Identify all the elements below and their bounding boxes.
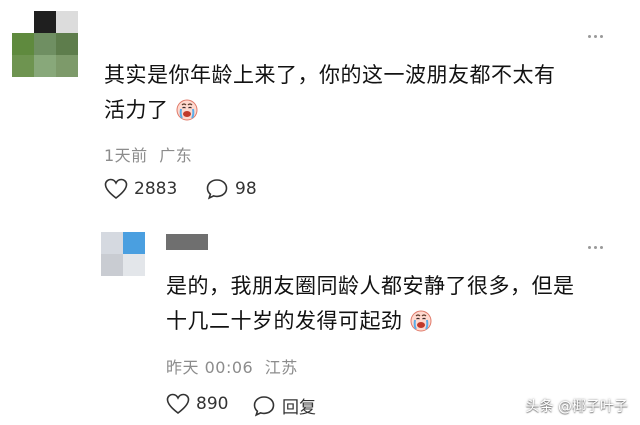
comment-time: 1天前 — [104, 146, 148, 165]
watermark: 头条 @椰子叶子 — [525, 399, 628, 415]
reply-count-button[interactable]: 98 — [205, 178, 257, 200]
reply-time: 昨天 00:06 — [166, 358, 254, 377]
comment-meta: 1天前 广东 — [104, 142, 192, 166]
speech-bubble-icon — [253, 395, 275, 417]
reply-meta: 昨天 00:06 江苏 — [166, 354, 298, 378]
reply-like-button[interactable]: 890 — [166, 393, 228, 415]
comment-text: 其实是你年龄上来了，你的这一波朋友都不太有 活力了 — [104, 63, 556, 122]
reply-location: 江苏 — [264, 358, 298, 377]
reply-avatar[interactable] — [101, 232, 145, 276]
crying-emoji-icon — [410, 310, 432, 332]
heart-outline-icon — [104, 178, 128, 200]
crying-emoji-icon — [176, 99, 198, 121]
reply-count: 98 — [235, 179, 257, 199]
more-options-icon[interactable] — [588, 246, 603, 249]
reply-username[interactable] — [166, 234, 208, 250]
reply-label: 回复 — [282, 398, 316, 418]
avatar[interactable] — [12, 11, 78, 77]
speech-bubble-icon — [206, 179, 228, 200]
more-options-icon[interactable] — [588, 35, 603, 38]
reply-text: 是的，我朋友圈同龄人都安静了很多，但是 十几二十岁的发得可起劲 — [166, 274, 575, 333]
reply-button[interactable]: 回复 — [252, 393, 316, 418]
heart-outline-icon — [166, 393, 190, 415]
comment-location: 广东 — [159, 146, 193, 165]
like-count: 2883 — [134, 179, 178, 199]
like-button[interactable]: 2883 — [104, 178, 177, 200]
reply-like-count: 890 — [196, 394, 229, 414]
